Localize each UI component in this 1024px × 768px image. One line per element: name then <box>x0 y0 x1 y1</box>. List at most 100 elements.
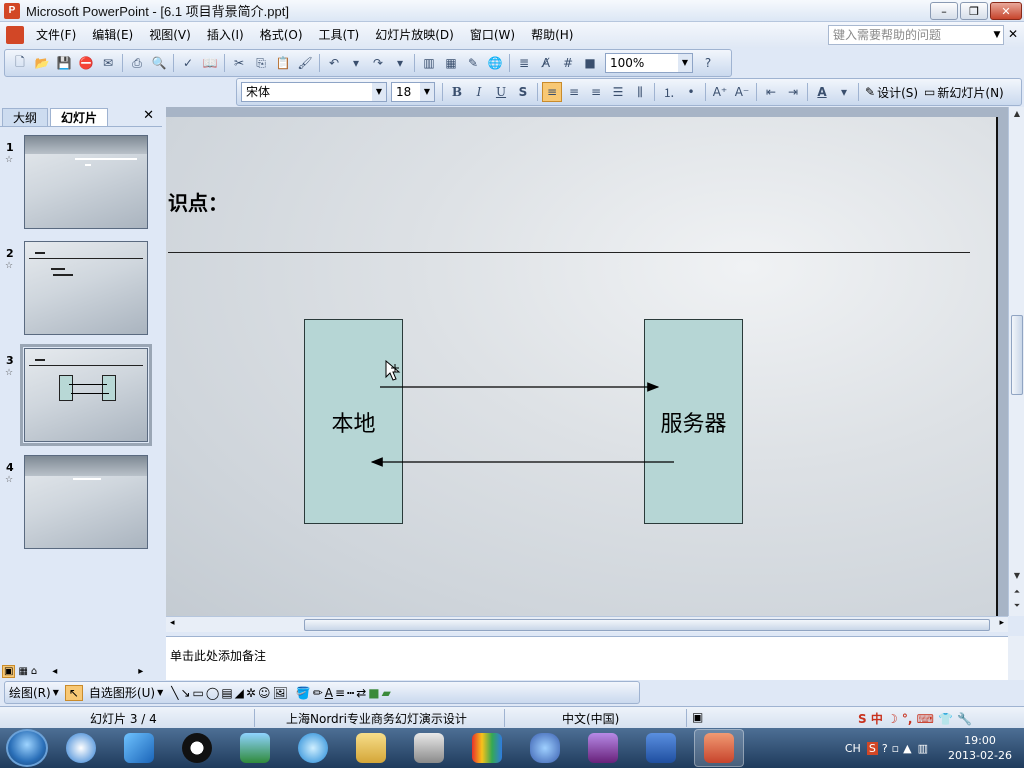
chevron-down-icon[interactable]: ▼ <box>372 83 386 101</box>
slide-thumbnail-4[interactable] <box>24 455 148 549</box>
save-icon[interactable]: 💾 <box>54 53 74 73</box>
3d-style-icon[interactable]: ▰ <box>382 686 391 700</box>
help-tray-icon[interactable]: ? <box>882 742 888 755</box>
infinity-app-icon[interactable] <box>520 729 570 767</box>
oval-icon[interactable]: ◯ <box>206 686 219 700</box>
font-color-icon[interactable]: A <box>812 82 832 102</box>
next-slide-icon[interactable]: ⏷ <box>1009 601 1024 611</box>
scroll-down-icon[interactable]: ▼ <box>1009 571 1024 580</box>
normal-view-icon[interactable]: ▣ <box>2 664 16 678</box>
scroll-right-icon[interactable]: ▸ <box>999 618 1004 628</box>
decrease-font-icon[interactable]: A⁻ <box>732 82 752 102</box>
app-manager-icon[interactable] <box>230 729 280 767</box>
italic-icon[interactable]: I <box>469 82 489 102</box>
columns-icon[interactable]: ⫼ <box>630 82 650 102</box>
vertical-scrollbar[interactable]: ▲ ▼ ⏶ ⏷ <box>1008 107 1024 616</box>
dash-style-icon[interactable]: ┅ <box>347 686 354 700</box>
scroll-up-icon[interactable]: ▲ <box>1009 109 1024 118</box>
tables-borders-icon[interactable]: ✎ <box>463 53 483 73</box>
menu-format[interactable]: 格式(O) <box>252 22 311 48</box>
network-icon[interactable]: ▥ <box>918 742 928 755</box>
slide-thumbnail-2[interactable] <box>24 241 148 335</box>
decrease-indent-icon[interactable]: ⇤ <box>761 82 781 102</box>
media-player-icon[interactable] <box>56 729 106 767</box>
increase-indent-icon[interactable]: ⇥ <box>783 82 803 102</box>
file-explorer-icon[interactable] <box>346 729 396 767</box>
new-slide-button[interactable]: ▭ 新幻灯片(N) <box>921 84 1007 101</box>
feiq-icon[interactable] <box>114 729 164 767</box>
word-icon[interactable] <box>636 729 686 767</box>
close-icon[interactable]: ✕ <box>143 108 154 123</box>
insert-hyperlink-icon[interactable]: 🌐 <box>485 53 505 73</box>
ime-indicator[interactable]: CH <box>845 742 861 755</box>
redo-dropdown-icon[interactable]: ▾ <box>390 53 410 73</box>
shadow-icon[interactable]: S <box>513 82 533 102</box>
email-icon[interactable]: ✉ <box>98 53 118 73</box>
permission-icon[interactable]: ⛔ <box>76 53 96 73</box>
cut-icon[interactable]: ✂ <box>229 53 249 73</box>
line-style-icon[interactable]: ≡ <box>335 686 345 700</box>
menu-file[interactable]: 文件(F) <box>28 22 84 48</box>
menu-slideshow[interactable]: 幻灯片放映(D) <box>367 22 462 48</box>
vertical-scroll-thumb[interactable] <box>1011 315 1023 395</box>
chevron-down-icon[interactable]: ▼ <box>53 688 59 697</box>
line-icon[interactable]: ╲ <box>171 686 178 700</box>
fill-color-icon[interactable]: 🪣 <box>296 686 311 700</box>
new-document-icon[interactable]: 🗋 <box>10 53 30 73</box>
bold-icon[interactable]: B <box>447 82 467 102</box>
menu-help[interactable]: 帮助(H) <box>523 22 581 48</box>
scroll-right-icon[interactable]: ▸ <box>138 666 143 677</box>
sogou-ime-icon[interactable]: S 中 ☽ °, ⌨ 👕 🔧 <box>858 710 972 727</box>
undo-icon[interactable]: ↶ <box>324 53 344 73</box>
tools-icon[interactable] <box>404 729 454 767</box>
tab-slides[interactable]: 幻灯片 <box>50 108 109 126</box>
show-formatting-icon[interactable]: A̸ <box>536 53 556 73</box>
font-color-dropdown-icon[interactable]: ▾ <box>834 82 854 102</box>
zoom-select[interactable]: 100% ▼ <box>605 53 693 73</box>
grid-icon[interactable]: # <box>558 53 578 73</box>
menu-edit[interactable]: 编辑(E) <box>84 22 141 48</box>
insert-table-icon[interactable]: ▦ <box>441 53 461 73</box>
font-size-select[interactable]: 18 ▼ <box>391 82 435 102</box>
language-bar-icon[interactable]: ▫ <box>892 742 899 755</box>
restore-button[interactable]: ❐ <box>960 2 988 20</box>
scroll-left-icon[interactable]: ◂ <box>52 666 57 677</box>
clipart-icon[interactable]: ☺ <box>258 686 271 700</box>
line-color-icon[interactable]: ✏ <box>313 686 323 700</box>
bullets-icon[interactable]: • <box>681 82 701 102</box>
slide-sorter-icon[interactable]: ▦ <box>18 666 27 677</box>
research-icon[interactable]: 📖 <box>200 53 220 73</box>
expand-all-icon[interactable]: ≣ <box>514 53 534 73</box>
font-color-icon[interactable]: A <box>325 686 333 700</box>
chevron-down-icon[interactable]: ▼ <box>678 54 692 72</box>
undo-dropdown-icon[interactable]: ▾ <box>346 53 366 73</box>
colorful-app-icon[interactable] <box>462 729 512 767</box>
spelling-icon[interactable]: ✓ <box>178 53 198 73</box>
chevron-down-icon[interactable]: ▼ <box>420 83 434 101</box>
scroll-left-icon[interactable]: ◂ <box>170 618 175 628</box>
qq-icon[interactable] <box>172 729 222 767</box>
increase-font-icon[interactable]: A⁺ <box>710 82 730 102</box>
start-button[interactable] <box>6 729 48 767</box>
internet-explorer-icon[interactable] <box>288 729 338 767</box>
wordart-icon[interactable]: ◢ <box>235 686 244 700</box>
picture-icon[interactable]: 🖼 <box>272 686 287 700</box>
chevron-down-icon[interactable]: ▼ <box>990 25 1004 45</box>
menu-insert[interactable]: 插入(I) <box>199 22 252 48</box>
horizontal-scroll-thumb[interactable] <box>304 619 990 631</box>
slide-thumbnail-1[interactable] <box>24 135 148 229</box>
select-objects-icon[interactable]: ↖ <box>64 684 83 701</box>
shadow-style-icon[interactable]: ■ <box>368 686 379 700</box>
format-painter-icon[interactable]: 🖌 <box>295 53 315 73</box>
paste-icon[interactable]: 📋 <box>273 53 293 73</box>
slide-editing-area[interactable]: 识点： 本地 服务器 <box>166 107 1008 616</box>
powerpoint-app-icon[interactable]: P <box>4 2 20 19</box>
tab-outline[interactable]: 大纲 <box>2 108 49 126</box>
clock[interactable]: 19:00 2013-02-26 <box>936 733 1024 763</box>
design-button[interactable]: ✎ 设计(S) <box>862 84 921 101</box>
insert-chart-icon[interactable]: ▥ <box>419 53 439 73</box>
diagram-icon[interactable]: ✲ <box>246 686 256 700</box>
spelling-status-icon[interactable]: ▣ <box>692 710 703 724</box>
arrow-style-icon[interactable]: ⇄ <box>356 686 366 700</box>
show-hidden-icons[interactable]: ▲ <box>903 742 911 755</box>
